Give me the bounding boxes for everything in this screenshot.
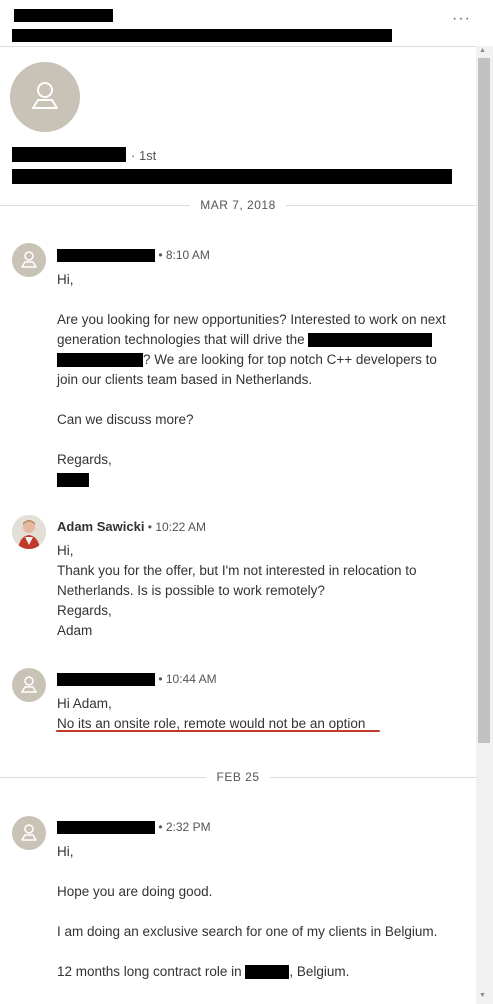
scrollbar-thumb[interactable]: [478, 58, 490, 743]
conversation-header: ···: [0, 0, 476, 47]
date-divider-label: FEB 25: [206, 770, 270, 784]
date-divider: MAR 7, 2018: [0, 196, 476, 216]
adam-avatar[interactable]: [12, 515, 46, 549]
date-divider-label: MAR 7, 2018: [190, 198, 286, 212]
message-meta: • 2:32 PM: [57, 820, 211, 835]
message-line: Thank you for the offer, but I'm not int…: [57, 563, 417, 578]
message-meta: • 10:44 AM: [57, 672, 217, 687]
message-line: 12 months long contract role in , Belgiu…: [57, 964, 350, 980]
connection-degree: · 1st: [131, 148, 157, 163]
redacted-sender-name[interactable]: [57, 249, 155, 263]
redacted-profile-name[interactable]: [12, 147, 126, 162]
message-line: Hi,: [57, 272, 74, 287]
redacted-sender-name[interactable]: [57, 821, 155, 835]
redacted-text: [245, 965, 290, 980]
adam-avatar-image: [12, 515, 46, 549]
redacted-text: [57, 353, 143, 368]
message-line: [57, 470, 472, 490]
message-body: Hi Adam, No its an onsite role, remote w…: [57, 694, 472, 734]
message-line: join our clients team based in Netherlan…: [57, 372, 313, 387]
message-line: Netherlands. Is is possible to work remo…: [57, 583, 325, 598]
redacted-sender-name[interactable]: [57, 673, 155, 687]
message-line: Hi Adam,: [57, 696, 112, 711]
redacted-text: [308, 333, 433, 348]
user-placeholder-icon: [21, 676, 37, 693]
message-time: • 2:32 PM: [158, 820, 211, 834]
redacted-profile-headline: [12, 169, 452, 184]
date-divider: FEB 25: [0, 768, 476, 788]
sender-avatar[interactable]: [12, 816, 46, 850]
message-line: Are you looking for new opportunities? I…: [57, 312, 446, 327]
redacted-contact-name: [14, 9, 113, 22]
redacted-signature: [57, 473, 89, 488]
message-line: I am doing an exclusive search for one o…: [57, 924, 438, 939]
message-body: Hi, Are you looking for new opportunitie…: [57, 270, 472, 490]
message-line: Adam: [57, 623, 93, 638]
more-options-icon[interactable]: ···: [452, 10, 471, 28]
sender-name[interactable]: Adam Sawicki: [57, 519, 144, 534]
user-placeholder-icon: [32, 82, 58, 109]
message-line: Regards,: [57, 452, 112, 467]
scroll-up-arrow-icon[interactable]: ▲: [479, 47, 486, 54]
message-time: • 10:22 AM: [147, 520, 207, 534]
message-line: Hi,: [57, 844, 74, 859]
red-underline-annotation: [56, 730, 380, 732]
message-time: • 10:44 AM: [158, 672, 217, 686]
user-placeholder-icon: [21, 251, 37, 268]
message-meta: • 8:10 AM: [57, 248, 210, 263]
conversation-pane: ··· · 1st MAR 7, 2018 • 8:10 AM Hi, Are …: [0, 0, 476, 1004]
profile-avatar[interactable]: [10, 62, 80, 132]
sender-avatar[interactable]: [12, 243, 46, 277]
message-body: Hi, Hope you are doing good. I am doing …: [57, 842, 472, 982]
message-line: ? We are looking for top notch C++ devel…: [57, 350, 472, 370]
message-meta: Adam Sawicki • 10:22 AM: [57, 519, 206, 534]
sender-avatar[interactable]: [12, 668, 46, 702]
redacted-contact-headline: [12, 29, 392, 42]
message-line: Hope you are doing good.: [57, 884, 213, 899]
message-line: Hi,: [57, 543, 74, 558]
message-line: Can we discuss more?: [57, 412, 194, 427]
message-body: Hi, Thank you for the offer, but I'm not…: [57, 541, 472, 641]
message-time: • 8:10 AM: [158, 248, 210, 262]
user-placeholder-icon: [21, 824, 37, 841]
message-line: Regards,: [57, 603, 112, 618]
message-line: generation technologies that will drive …: [57, 330, 472, 350]
scroll-down-arrow-icon[interactable]: ▼: [479, 992, 486, 999]
